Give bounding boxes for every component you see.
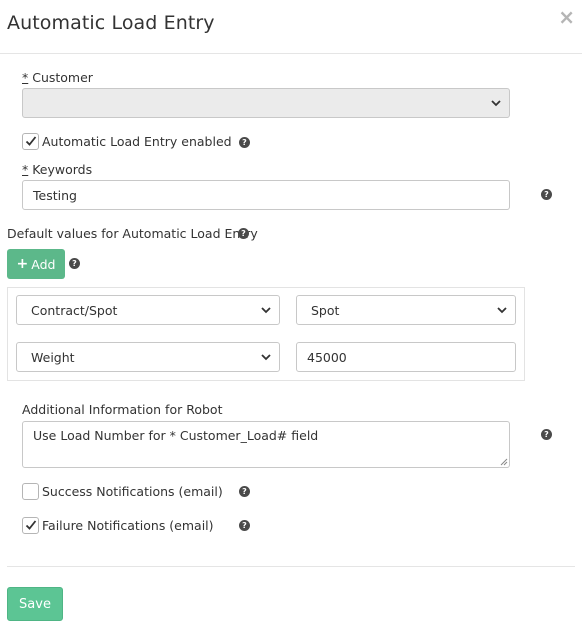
footer-divider	[7, 566, 575, 567]
defaults-label: Default values for Automatic Load Entry	[7, 226, 258, 241]
auto-entry-checkbox[interactable]	[22, 133, 39, 150]
failure-notifications-label: Failure Notifications (email)	[42, 518, 214, 533]
modal-title: Automatic Load Entry	[7, 12, 215, 34]
help-icon[interactable]: ?	[541, 189, 552, 200]
help-icon[interactable]: ?	[239, 520, 250, 531]
help-icon[interactable]: ?	[541, 429, 552, 440]
help-icon[interactable]: ?	[239, 137, 250, 148]
success-notifications-checkbox[interactable]	[22, 483, 39, 500]
chevron-down-icon	[261, 354, 271, 361]
default-field-value: Weight	[31, 349, 75, 365]
plus-icon: +	[16, 256, 29, 272]
defaults-panel: Contract/Spot Spot Weight 45000	[7, 287, 525, 381]
check-icon	[25, 136, 37, 146]
chevron-down-icon	[497, 307, 507, 314]
customer-label-text: Customer	[28, 70, 93, 85]
default-field-value: Contract/Spot	[31, 302, 118, 318]
success-notifications-label: Success Notifications (email)	[42, 484, 223, 499]
add-default-button[interactable]: + Add	[7, 249, 65, 279]
help-icon[interactable]: ?	[238, 228, 249, 239]
resize-grip-icon[interactable]	[500, 458, 508, 466]
default-value-value: Spot	[311, 302, 340, 318]
robot-info-textarea[interactable]: Use Load Number for * Customer_Load# fie…	[22, 421, 510, 468]
failure-notifications-checkbox[interactable]	[22, 517, 39, 534]
default-field-select[interactable]: Weight	[16, 342, 280, 372]
customer-select[interactable]	[22, 88, 510, 118]
help-icon[interactable]: ?	[69, 258, 80, 269]
help-icon[interactable]: ?	[239, 486, 250, 497]
auto-entry-label: Automatic Load Entry enabled	[42, 134, 232, 149]
modal-header: Automatic Load Entry ×	[0, 0, 582, 54]
chevron-down-icon	[491, 100, 501, 107]
robot-info-text: Use Load Number for * Customer_Load# fie…	[33, 428, 319, 443]
keywords-label: * Keywords	[22, 162, 92, 177]
default-value-input[interactable]: 45000	[296, 342, 516, 372]
robot-info-label: Additional Information for Robot	[22, 402, 223, 417]
chevron-down-icon	[261, 307, 271, 314]
keywords-label-text: Keywords	[28, 162, 93, 177]
keywords-input[interactable]: Testing	[22, 180, 510, 210]
default-field-select[interactable]: Contract/Spot	[16, 295, 280, 325]
save-button[interactable]: Save	[7, 587, 63, 621]
default-value-select[interactable]: Spot	[296, 295, 516, 325]
customer-label: * Customer	[22, 70, 93, 85]
check-icon	[25, 520, 37, 530]
close-icon[interactable]: ×	[558, 7, 575, 27]
add-default-label: Add	[31, 256, 56, 272]
